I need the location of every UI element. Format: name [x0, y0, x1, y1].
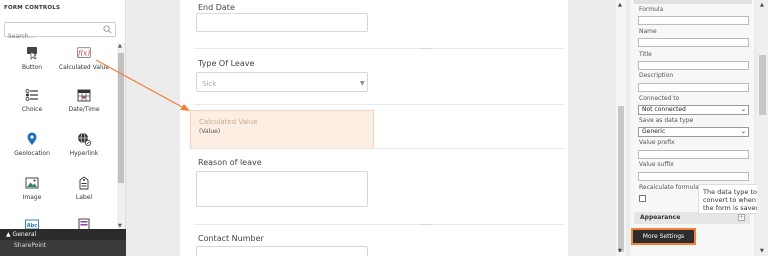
save-as-select[interactable]: Generic ⌄	[638, 127, 749, 137]
end-date-input[interactable]	[196, 13, 368, 32]
title-input[interactable]	[638, 61, 749, 70]
search-box[interactable]	[4, 22, 116, 43]
control-label: Image	[22, 194, 42, 201]
connected-to-value: Not connected	[642, 106, 686, 113]
control-choice[interactable]: Choice	[6, 88, 58, 114]
control-label: Label	[75, 194, 93, 201]
formula-label: Formula	[639, 6, 664, 13]
type-of-leave-select[interactable]	[196, 72, 368, 92]
controls-scrollbar[interactable]: ▲ ▼	[117, 43, 125, 229]
type-of-leave-label: Type Of Leave	[198, 59, 255, 68]
properties-scrollbar[interactable]: ▲ ▼	[757, 0, 768, 256]
collapse-icon: ▲	[6, 231, 11, 238]
value-prefix-input[interactable]	[638, 150, 749, 159]
description-label: Description	[639, 72, 674, 79]
value-suffix-input[interactable]	[638, 172, 749, 181]
label-icon	[79, 176, 89, 190]
control-label: Choice	[21, 106, 43, 113]
image-icon	[25, 177, 39, 189]
control-label: Geolocation	[14, 150, 50, 157]
form-controls-panel: FORM CONTROLS Button f(x)	[0, 0, 126, 256]
divider	[194, 224, 564, 225]
scroll-down-icon[interactable]: ▼	[618, 248, 622, 254]
expand-icon[interactable]: +	[738, 214, 745, 221]
section-sharepoint-label: SharePoint	[14, 242, 47, 249]
calculated-value-control[interactable]: Calculated Value (Value)	[190, 110, 374, 149]
value-suffix-label: Value suffix	[639, 161, 674, 168]
control-image[interactable]: Image	[6, 176, 58, 202]
control-button[interactable]: Button	[6, 46, 58, 72]
type-of-leave-value: Sick	[202, 80, 217, 88]
function-icon: f(x)	[77, 47, 91, 58]
calculated-value-text: (Value)	[199, 128, 221, 135]
reason-label: Reason of leave	[198, 158, 262, 167]
scroll-up-icon[interactable]: ▲	[760, 2, 764, 8]
button-icon	[27, 47, 37, 60]
name-input[interactable]	[638, 38, 749, 47]
section-general-label: General	[12, 231, 37, 238]
appearance-label: Appearance	[640, 214, 681, 221]
description-input[interactable]	[638, 83, 749, 92]
properties-header	[634, 0, 752, 4]
control-hyperlink[interactable]: Hyperlink	[58, 132, 110, 158]
control-label-item[interactable]: Label	[58, 176, 110, 202]
save-as-label: Save as data type	[639, 117, 694, 124]
end-date-label: End Date	[198, 3, 235, 12]
value-prefix-label: Value prefix	[639, 139, 675, 146]
scroll-thumb[interactable]	[118, 53, 124, 183]
section-general[interactable]: ▲ General	[0, 229, 126, 240]
divider	[194, 48, 564, 49]
choice-list-icon	[25, 89, 38, 101]
title-label: Title	[639, 51, 652, 58]
contact-input[interactable]	[196, 246, 368, 256]
canvas-scrollbar[interactable]: ▲ ▼	[616, 0, 626, 256]
form-designer: FORM CONTROLS Button f(x)	[0, 0, 768, 256]
control-label: Button	[21, 64, 43, 71]
save-as-value: Generic	[642, 128, 666, 135]
control-label: Date/Time	[68, 106, 100, 113]
drop-marker	[420, 224, 432, 225]
reason-textarea[interactable]	[196, 171, 368, 207]
svg-text:f(x): f(x)	[77, 50, 90, 58]
formula-input[interactable]	[638, 16, 749, 25]
connected-to-label: Connected to	[639, 95, 680, 102]
form-canvas: End Date Type Of Leave Sick ▼ Calculated…	[180, 0, 568, 256]
scroll-thumb[interactable]	[618, 106, 624, 252]
control-date-time[interactable]: Date/Time	[58, 88, 110, 114]
name-label: Name	[639, 28, 657, 35]
calendar-icon	[77, 89, 91, 102]
chevron-down-icon[interactable]: ▼	[360, 80, 365, 87]
chevron-down-icon: ⌄	[740, 106, 746, 113]
calculated-value-title: Calculated Value	[199, 118, 258, 126]
scroll-down-icon[interactable]: ▼	[760, 248, 764, 254]
search-input[interactable]	[5, 30, 101, 43]
recalculate-checkbox[interactable]	[639, 195, 646, 202]
form-controls-title: FORM CONTROLS	[4, 5, 61, 11]
controls-grid: Button f(x) Calculated Value Choice Date…	[0, 44, 116, 230]
control-label: Hyperlink	[69, 150, 99, 157]
scroll-up-icon[interactable]: ▲	[618, 2, 622, 8]
divider	[194, 148, 564, 149]
search-icon[interactable]	[103, 25, 112, 34]
section-sharepoint[interactable]: SharePoint	[0, 240, 126, 256]
control-label: Calculated Value	[58, 64, 110, 71]
connected-to-select[interactable]: Not connected ⌄	[638, 105, 749, 115]
contact-label: Contact Number	[198, 234, 264, 243]
drop-marker	[420, 48, 432, 49]
globe-icon	[78, 132, 91, 146]
control-calculated-value[interactable]: f(x) Calculated Value	[58, 46, 110, 72]
divider	[194, 104, 564, 105]
scroll-thumb[interactable]	[759, 55, 766, 115]
chevron-down-icon: ⌄	[740, 128, 746, 135]
control-geolocation[interactable]: Geolocation	[6, 132, 58, 158]
recalculate-label: Recalculate formula o	[639, 184, 705, 191]
map-pin-icon	[27, 132, 37, 145]
more-settings-button[interactable]: More Settings	[631, 228, 696, 245]
scroll-up-icon[interactable]: ▲	[118, 43, 122, 49]
